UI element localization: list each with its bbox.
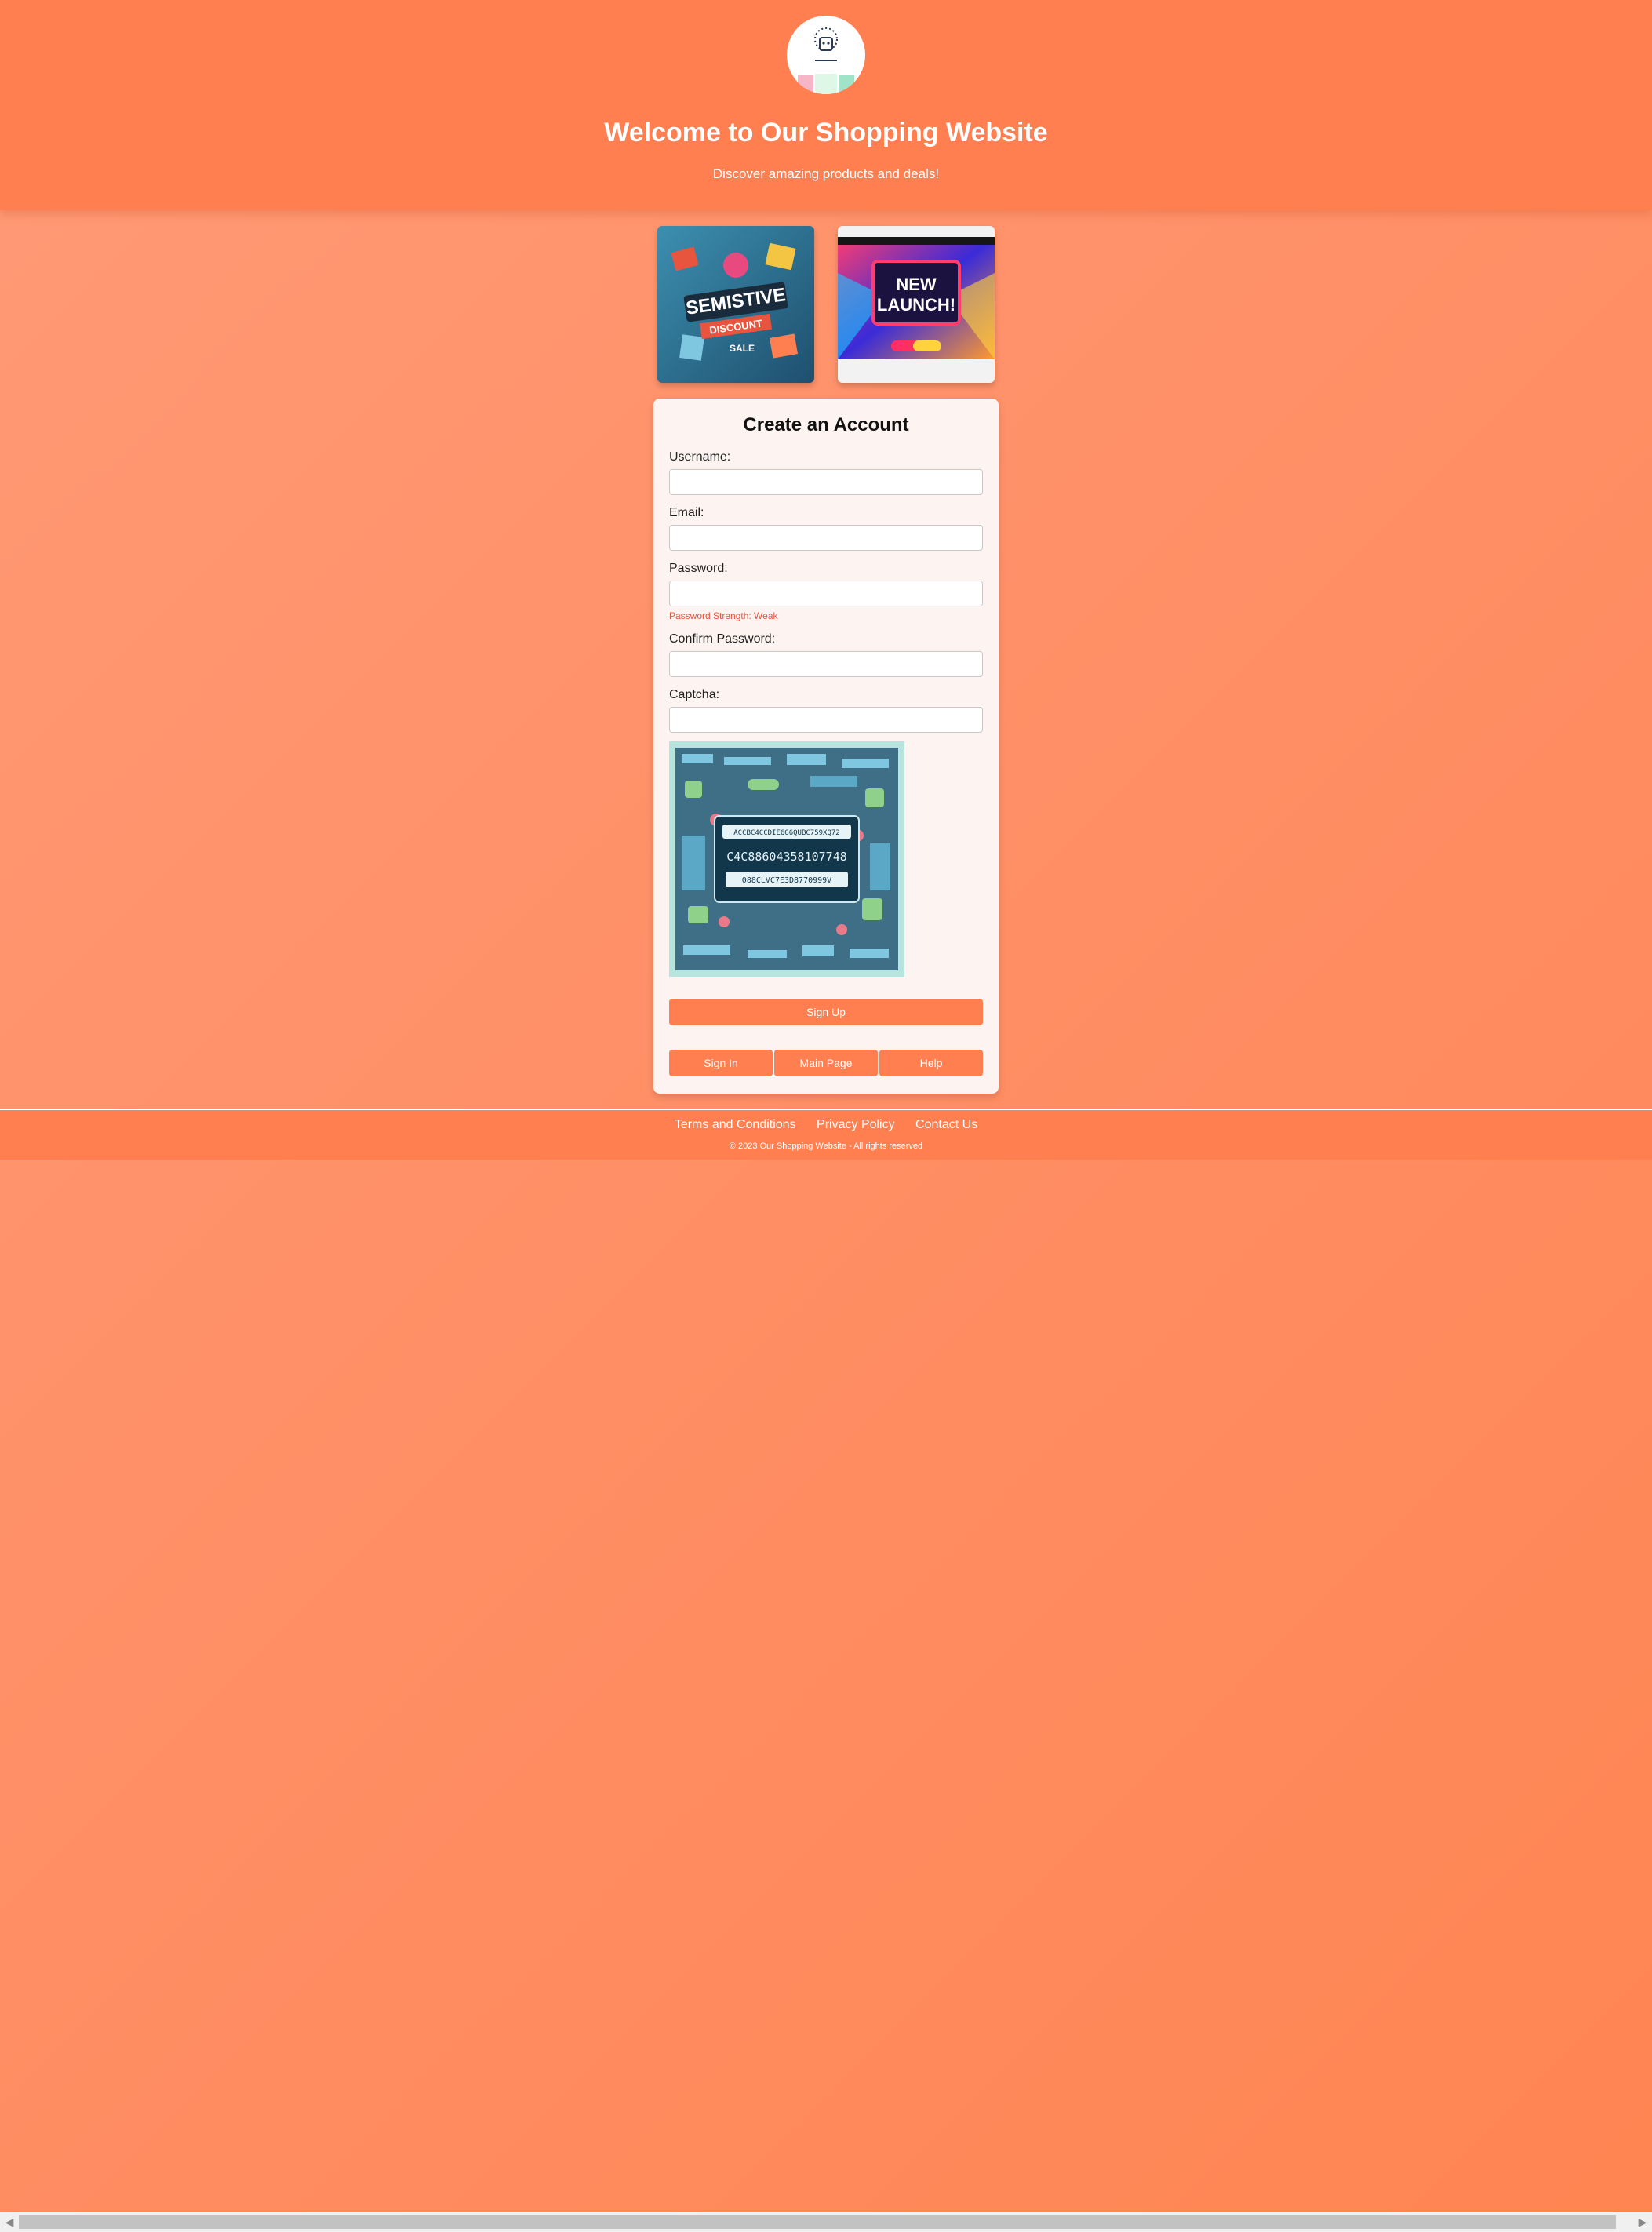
contact-link[interactable]: Contact Us bbox=[915, 1118, 977, 1131]
sign-in-button[interactable]: Sign In bbox=[669, 1050, 773, 1076]
svg-text:NEW: NEW bbox=[896, 275, 937, 294]
username-input[interactable] bbox=[669, 469, 983, 495]
captcha-line-2: C4C88604358107748 bbox=[726, 850, 847, 864]
captcha-line-1: ACCBC4CCDIE6G6QUBC759XQ72 bbox=[733, 829, 839, 837]
site-logo[interactable] bbox=[787, 16, 865, 94]
main-page-button[interactable]: Main Page bbox=[774, 1050, 878, 1076]
discount-sale-banner[interactable]: SEMISTIVE DISCOUNT SALE bbox=[657, 226, 814, 383]
form-title: Create an Account bbox=[743, 414, 909, 435]
confirm-password-label: Confirm Password: bbox=[669, 632, 776, 646]
scroll-right-icon[interactable]: ▶ bbox=[1635, 2215, 1650, 2229]
page-title: Welcome to Our Shopping Website bbox=[604, 118, 1048, 147]
svg-text:SALE: SALE bbox=[730, 343, 755, 354]
site-header: Welcome to Our Shopping Website Discover… bbox=[0, 0, 1652, 210]
svg-text:LAUNCH!: LAUNCH! bbox=[877, 295, 955, 315]
captcha-input[interactable] bbox=[669, 707, 983, 733]
email-input[interactable] bbox=[669, 525, 983, 551]
sign-up-button[interactable]: Sign Up bbox=[669, 999, 983, 1025]
horizontal-scrollbar[interactable]: ◀ ▶ bbox=[0, 2212, 1652, 2232]
username-label: Username: bbox=[669, 450, 731, 464]
captcha-line-3: 088CLVC7E3D8770999V bbox=[742, 876, 831, 885]
password-strength-indicator: Password Strength: Weak bbox=[669, 610, 778, 621]
scrollbar-thumb[interactable] bbox=[19, 2215, 1616, 2229]
terms-link[interactable]: Terms and Conditions bbox=[675, 1118, 796, 1131]
privacy-link[interactable]: Privacy Policy bbox=[817, 1118, 895, 1131]
captcha-label: Captcha: bbox=[669, 688, 720, 701]
copyright-text: © 2023 Our Shopping Website - All rights… bbox=[729, 1141, 923, 1151]
signup-form: Create an Account Username: Email: Passw… bbox=[653, 399, 999, 1094]
confirm-password-input[interactable] bbox=[669, 651, 983, 677]
email-label: Email: bbox=[669, 506, 704, 519]
page-subtitle: Discover amazing products and deals! bbox=[712, 166, 940, 181]
new-launch-banner[interactable]: NEW LAUNCH! bbox=[838, 226, 995, 383]
footer-links: Terms and Conditions Privacy Policy Cont… bbox=[0, 1118, 1652, 1132]
site-footer: Terms and Conditions Privacy Policy Cont… bbox=[0, 1109, 1652, 1160]
password-input[interactable] bbox=[669, 581, 983, 606]
captcha-image: ACCBC4CCDIE6G6QUBC759XQ72 C4C88604358107… bbox=[669, 741, 904, 977]
scroll-left-icon[interactable]: ◀ bbox=[2, 2215, 17, 2229]
help-button[interactable]: Help bbox=[879, 1050, 983, 1076]
password-label: Password: bbox=[669, 562, 728, 575]
